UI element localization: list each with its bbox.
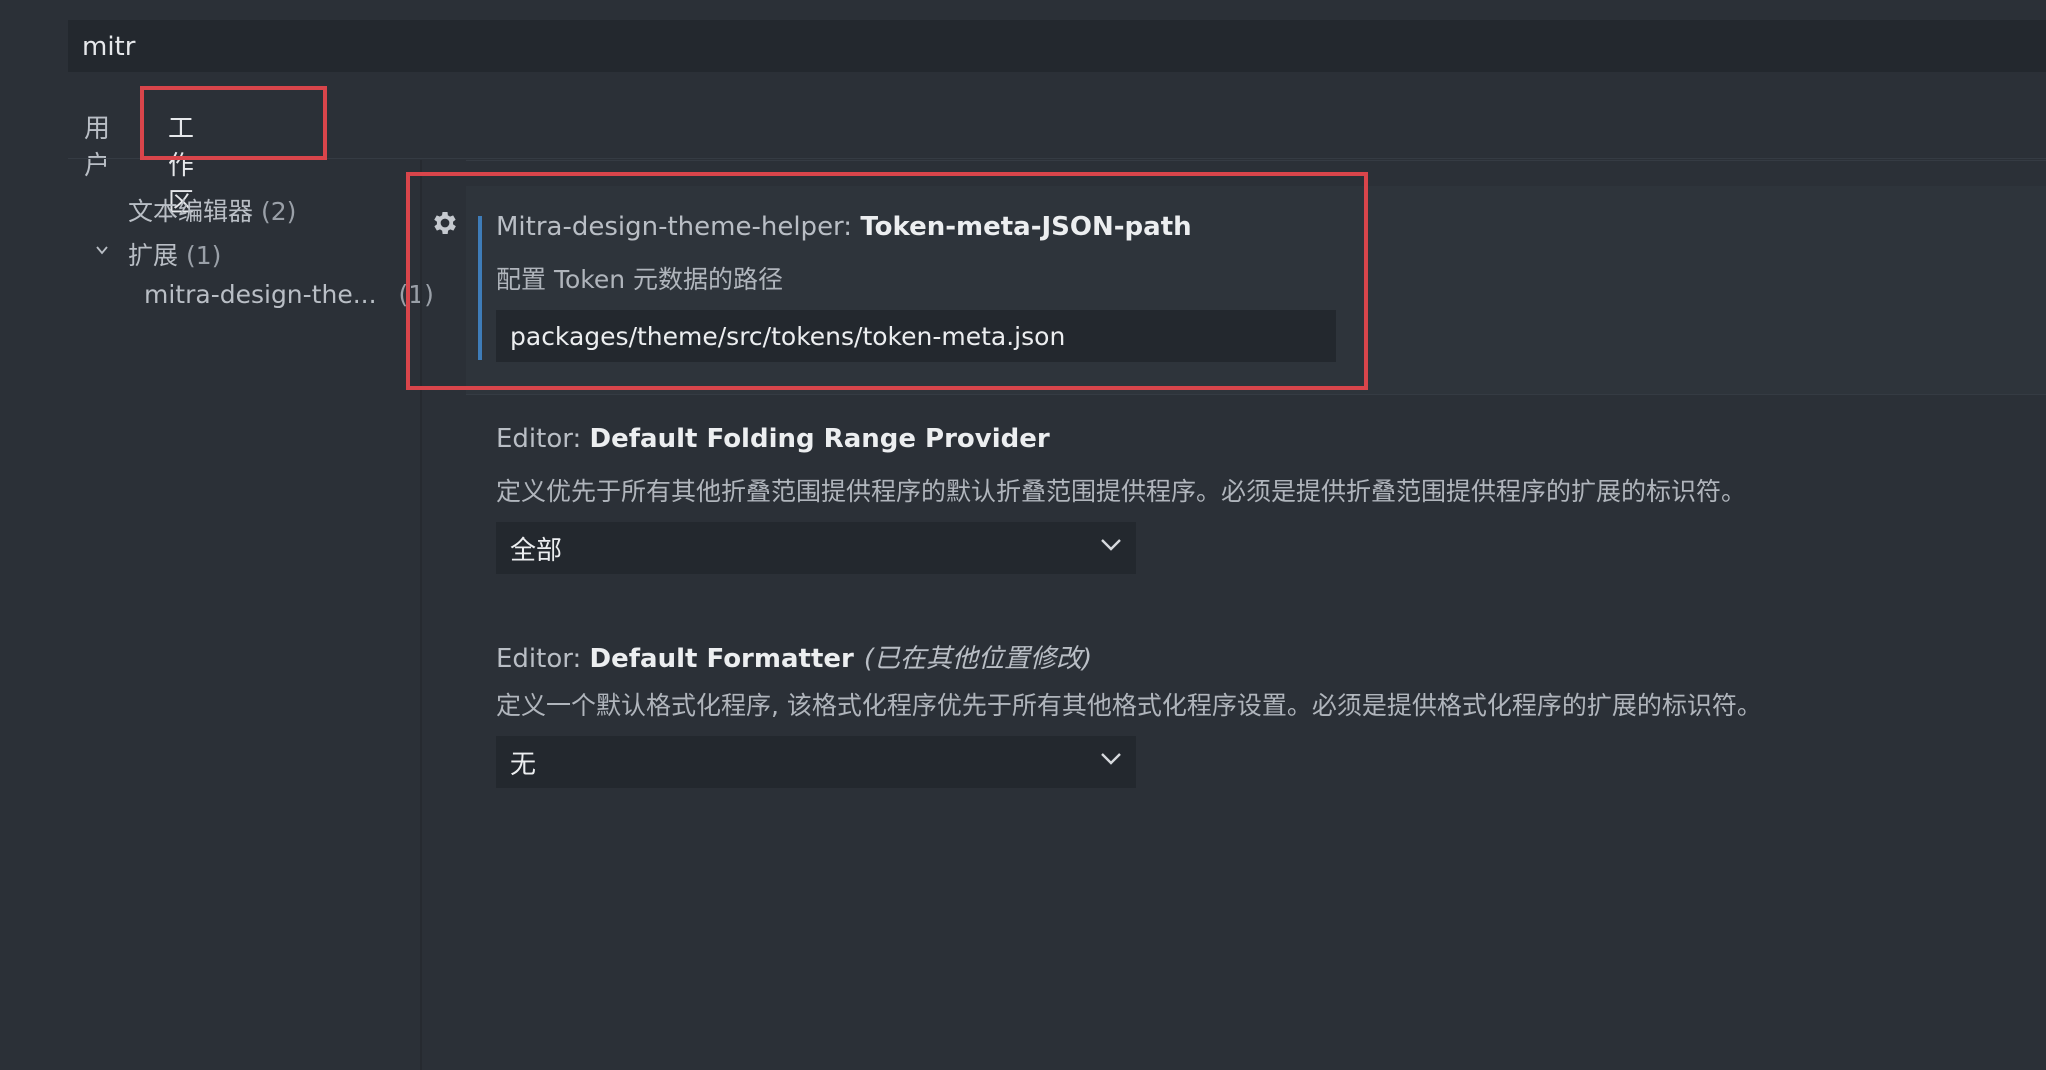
setting-key: Token-meta-JSON-path bbox=[860, 212, 1192, 242]
setting-category: Editor: bbox=[496, 424, 590, 454]
setting-description: 定义一个默认格式化程序, 该格式化程序优先于所有其他格式化程序设置。必须是提供格… bbox=[496, 691, 1762, 720]
toc-item-label: 扩展 bbox=[128, 241, 179, 270]
gear-icon[interactable] bbox=[430, 208, 460, 238]
setting-category: Editor: bbox=[496, 644, 590, 674]
setting-key: Default Folding Range Provider bbox=[589, 424, 1050, 454]
toc-item-count: (2) bbox=[260, 197, 297, 226]
tab-user[interactable]: 用户 bbox=[84, 108, 110, 182]
settings-search-bar[interactable]: mitr bbox=[68, 20, 2046, 72]
setting-title: Editor: Default Formatter (已在其他位置修改) bbox=[496, 638, 1092, 675]
token-meta-path-input[interactable] bbox=[496, 310, 1336, 362]
modified-note[interactable]: (已在其他位置修改) bbox=[864, 644, 1092, 674]
row-separator bbox=[466, 394, 2046, 395]
select-value: 无 bbox=[510, 750, 537, 780]
setting-key: Default Formatter bbox=[589, 644, 854, 674]
setting-category: Mitra-design-theme-helper: bbox=[496, 212, 861, 242]
toc-item-extensions[interactable]: 扩展 (1) bbox=[128, 236, 221, 272]
chevron-down-icon bbox=[1101, 539, 1121, 551]
toc-item-count: (1) bbox=[185, 241, 222, 270]
toc-item-text-editor[interactable]: 文本编辑器 (2) bbox=[128, 192, 296, 228]
toc-item-count: (1) bbox=[398, 280, 434, 309]
chevron-expanded-icon[interactable] bbox=[96, 244, 108, 256]
setting-description: 配置 Token 元数据的路径 bbox=[496, 265, 784, 294]
setting-description: 定义优先于所有其他折叠范围提供程序的默认折叠范围提供程序。必须是提供折叠范围提供… bbox=[496, 477, 1747, 506]
chevron-down-icon bbox=[1101, 753, 1121, 765]
settings-toc: 文本编辑器 (2) 扩展 (1) mitra-design-the... (1) bbox=[68, 180, 434, 1070]
setting-title: Editor: Default Folding Range Provider bbox=[496, 424, 1050, 454]
tab-divider bbox=[68, 158, 2046, 159]
select-value: 全部 bbox=[510, 536, 563, 566]
toc-item-mitra-design-theme[interactable]: mitra-design-the... (1) bbox=[144, 280, 434, 309]
toc-item-label: 文本编辑器 bbox=[128, 197, 254, 226]
search-input[interactable]: mitr bbox=[82, 32, 135, 62]
folding-provider-select[interactable]: 全部 bbox=[496, 522, 1136, 574]
row-separator bbox=[466, 160, 2046, 161]
setting-title: Mitra-design-theme-helper: Token-meta-JS… bbox=[496, 212, 1192, 242]
toc-divider bbox=[420, 160, 422, 1070]
default-formatter-select[interactable]: 无 bbox=[496, 736, 1136, 788]
focus-indicator bbox=[478, 216, 482, 360]
toc-item-label: mitra-design-the... bbox=[144, 280, 377, 309]
